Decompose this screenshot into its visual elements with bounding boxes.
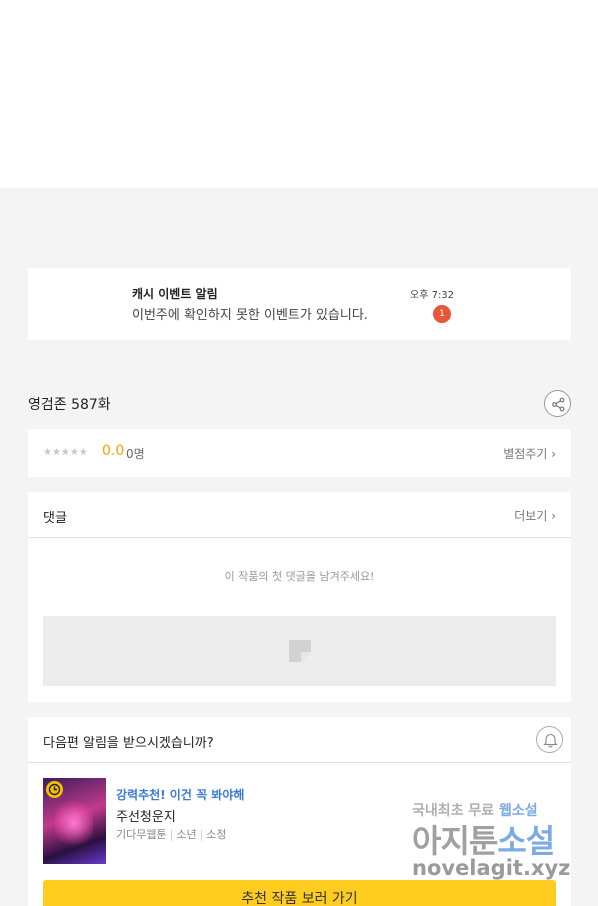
meta-category: 기다무웹툰 <box>116 828 167 841</box>
wait-free-clock-icon <box>46 781 63 798</box>
rating-count: 0명 <box>126 447 145 461</box>
top-blank-area <box>0 0 598 188</box>
notification-time: 오후 7:32 <box>410 290 455 301</box>
next-alert-header: 다음편 알림을 받으시겠습니까? <box>28 717 571 763</box>
rating-score: 0.0 <box>102 443 125 459</box>
view-recommendations-button[interactable]: 추천 작품 보러 가기 <box>43 880 556 906</box>
recommended-title[interactable]: 주선청운지 <box>116 806 176 825</box>
comments-empty-message: 이 작품의 첫 댓글을 남겨주세요! <box>224 570 375 583</box>
alert-bell-button[interactable] <box>536 726 563 753</box>
share-button[interactable] <box>544 390 571 417</box>
next-alert-question: 다음편 알림을 받으시겠습니까? <box>43 736 214 751</box>
comments-more-link[interactable]: 더보기 › <box>514 507 556 524</box>
recommended-meta: 기다무웹툰 | 소년 | 소정 <box>116 828 227 841</box>
bell-icon <box>543 733 558 748</box>
recommended-thumbnail[interactable] <box>43 778 106 864</box>
episode-title: 영검존 587화 <box>28 397 111 413</box>
notification-badge: 1 <box>433 305 451 323</box>
notification-title: 캐시 이벤트 알림 <box>132 287 218 301</box>
meta-author: 소정 <box>206 828 227 841</box>
share-icon <box>552 397 565 412</box>
rating-card: ★★★★★ 0.0 0명 별점주기 › <box>28 429 571 477</box>
star-rating[interactable]: ★★★★★ <box>43 447 88 458</box>
meta-genre: 소년 <box>176 828 197 841</box>
notification-card[interactable]: 캐시 이벤트 알림 이번주에 확인하지 못한 이벤트가 있습니다. 오후 7:3… <box>28 268 571 340</box>
thumbnail-art <box>55 798 93 848</box>
notification-message: 이번주에 확인하지 못한 이벤트가 있습니다. <box>132 308 368 323</box>
comments-header: 댓글 더보기 › <box>28 492 571 538</box>
next-episode-card: 다음편 알림을 받으시겠습니까? 강력추천! 이건 꼭 봐야해 주선청운지 기다… <box>28 717 571 906</box>
rate-button[interactable]: 별점주기 › <box>503 445 556 462</box>
comments-title: 댓글 <box>43 511 67 526</box>
comments-card: 댓글 더보기 › 이 작품의 첫 댓글을 남겨주세요! <box>28 492 571 702</box>
comment-write-icon <box>289 640 311 662</box>
recommendation-tag: 강력추천! 이건 꼭 봐야해 <box>116 788 245 802</box>
comment-input-box[interactable] <box>43 616 556 686</box>
